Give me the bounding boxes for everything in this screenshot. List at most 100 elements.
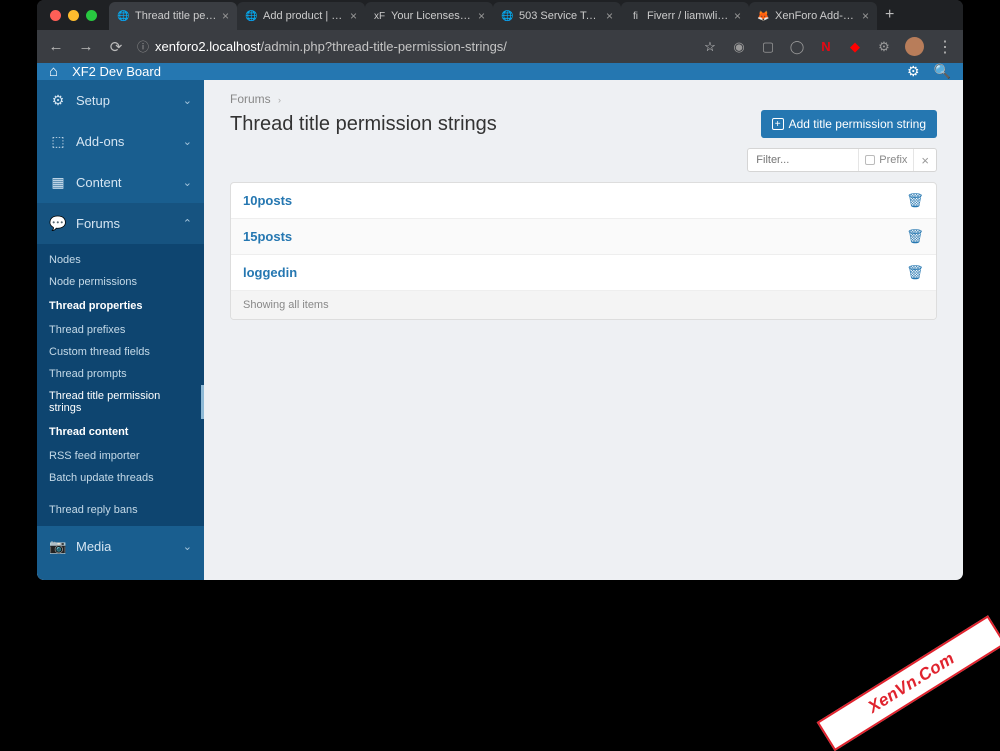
bookmark-icon[interactable]: ☆ xyxy=(702,39,718,55)
list-footer: Showing all items xyxy=(231,291,936,319)
section-label: Setup xyxy=(76,93,110,108)
window-minimize-icon[interactable] xyxy=(68,10,79,21)
list-item[interactable]: 15posts 🗑 xyxy=(231,219,936,255)
browser-tab[interactable]: 🌐 Thread title permission × xyxy=(109,2,237,30)
browser-tab[interactable]: fi Fiverr / liamwli / Shoppi × xyxy=(621,2,749,30)
browser-tab[interactable]: 🌐 Add product | LW Addo × xyxy=(237,2,365,30)
item-label: 10posts xyxy=(243,193,292,208)
sidebar-section-media[interactable]: 📷 Media ⌄ xyxy=(37,526,204,567)
sidebar-item[interactable]: Batch update threads xyxy=(37,467,204,489)
prefix-checkbox[interactable]: Prefix xyxy=(858,149,913,171)
tab-favicon: 🌐 xyxy=(117,10,130,23)
browser-tabs: 🌐 Thread title permission × 🌐 Add product | … xyxy=(109,0,877,30)
tab-close-icon[interactable]: × xyxy=(734,9,741,23)
list-item[interactable]: 10posts 🗑 xyxy=(231,183,936,219)
section-label: Add-ons xyxy=(76,134,124,149)
sidebar-subhead: Thread properties xyxy=(37,293,204,319)
sidebar-item[interactable]: RSS feed importer xyxy=(37,445,204,467)
admin-settings-icon[interactable]: ⚙ xyxy=(907,63,920,80)
section-label: Content xyxy=(76,175,122,190)
tab-favicon: 🦊 xyxy=(757,10,770,23)
list-item[interactable]: loggedin 🗑 xyxy=(231,255,936,291)
tab-title: Add product | LW Addo xyxy=(263,10,345,22)
section-icon: 📷 xyxy=(49,538,67,555)
plus-icon: + xyxy=(772,118,784,130)
tab-favicon: xF xyxy=(373,10,386,23)
tab-close-icon[interactable]: × xyxy=(478,9,485,23)
sidebar-item[interactable]: Thread prefixes xyxy=(37,319,204,341)
ext-icon-2[interactable]: ▢ xyxy=(760,39,776,55)
checkbox-icon xyxy=(865,155,875,165)
item-label: 15posts xyxy=(243,229,292,244)
tab-close-icon[interactable]: × xyxy=(606,9,613,23)
clear-filter-icon[interactable]: × xyxy=(913,149,936,171)
home-icon[interactable]: ⌂ xyxy=(49,63,58,80)
settings-icon[interactable]: ⚙ xyxy=(876,39,892,55)
page-title: Thread title permission strings xyxy=(230,113,497,136)
forward-button[interactable]: → xyxy=(77,38,95,55)
reload-button[interactable]: ⟳ xyxy=(107,38,125,56)
browser-tab[interactable]: 🌐 503 Service Temporaril × xyxy=(493,2,621,30)
sidebar-item[interactable]: Node permissions xyxy=(37,271,204,293)
netflix-icon[interactable]: N xyxy=(818,39,834,55)
sidebar-item[interactable]: Thread title permission strings xyxy=(37,385,204,419)
delete-icon[interactable]: 🗑 xyxy=(906,228,924,245)
filter-input[interactable] xyxy=(748,154,858,166)
app-title[interactable]: XF2 Dev Board xyxy=(72,64,161,79)
tab-title: XenForo Add-Ons / Xe xyxy=(775,10,857,22)
delete-icon[interactable]: 🗑 xyxy=(906,192,924,209)
search-icon[interactable]: 🔍 xyxy=(934,63,951,80)
main-content: Forums › Thread title permission strings… xyxy=(204,80,963,580)
delete-icon[interactable]: 🗑 xyxy=(906,264,924,281)
sidebar-section-content[interactable]: ▦Content⌄ xyxy=(37,162,204,203)
sidebar-section-forums[interactable]: 💬 Forums ⌃ xyxy=(37,203,204,244)
section-label: Media xyxy=(76,539,111,554)
back-button[interactable]: ← xyxy=(47,38,65,55)
sidebar-item[interactable]: Nodes xyxy=(37,249,204,271)
chevron-down-icon: ⌄ xyxy=(183,135,192,148)
section-icon: ⬚ xyxy=(49,133,67,150)
window-close-icon[interactable] xyxy=(50,10,61,21)
url-domain: xenforo2.localhost xyxy=(155,39,261,54)
tab-title: Thread title permission xyxy=(135,10,217,22)
sidebar-item[interactable]: Thread prompts xyxy=(37,363,204,385)
tab-close-icon[interactable]: × xyxy=(862,9,869,23)
add-button[interactable]: + Add title permission string xyxy=(761,110,937,138)
chevron-down-icon: ⌄ xyxy=(183,94,192,107)
sidebar-item[interactable]: Thread reply bans xyxy=(37,499,204,521)
tab-favicon: 🌐 xyxy=(245,10,258,23)
window-titlebar: 🌐 Thread title permission × 🌐 Add product | … xyxy=(37,0,963,30)
tab-title: Fiverr / liamwli / Shoppi xyxy=(647,10,729,22)
tab-title: 503 Service Temporaril xyxy=(519,10,601,22)
section-icon: 💬 xyxy=(49,215,67,232)
tab-favicon: 🌐 xyxy=(501,10,514,23)
chevron-right-icon: › xyxy=(278,95,281,105)
sidebar-section-setup[interactable]: ⚙Setup⌄ xyxy=(37,80,204,121)
watermark: XenVn.Com xyxy=(817,615,1000,751)
ext-icon-5[interactable]: ◆ xyxy=(847,39,863,55)
sidebar-item[interactable]: Custom thread fields xyxy=(37,341,204,363)
ext-icon-3[interactable]: ◯ xyxy=(789,39,805,55)
chevron-down-icon: ⌄ xyxy=(183,540,192,553)
add-button-label: Add title permission string xyxy=(789,117,926,131)
browser-menu-icon[interactable]: ⋮ xyxy=(937,37,953,57)
browser-tab[interactable]: xFYour Licenses | XenForo× xyxy=(365,2,493,30)
sidebar-section-resources[interactable]: ⬡Resources⌄ xyxy=(37,567,204,580)
profile-avatar[interactable] xyxy=(905,37,924,56)
url-bar[interactable]: ⓘ xenforo2.localhost/admin.php?thread-ti… xyxy=(137,38,690,55)
browser-tab[interactable]: 🦊 XenForo Add-Ons / Xe × xyxy=(749,2,877,30)
section-label: Forums xyxy=(76,216,120,231)
tab-favicon: fi xyxy=(629,10,642,23)
window-maximize-icon[interactable] xyxy=(86,10,97,21)
item-list: 10posts 🗑 15posts 🗑 loggedin 🗑 Showing all ite… xyxy=(230,182,937,320)
chevron-down-icon: ⌄ xyxy=(183,176,192,189)
item-label: loggedin xyxy=(243,265,297,280)
new-tab-button[interactable]: + xyxy=(877,6,902,24)
tab-close-icon[interactable]: × xyxy=(350,9,357,23)
chevron-up-icon: ⌃ xyxy=(183,217,192,230)
breadcrumb-link[interactable]: Forums xyxy=(230,92,271,106)
prefix-label: Prefix xyxy=(879,154,907,166)
ext-icon-1[interactable]: ◉ xyxy=(731,39,747,55)
tab-close-icon[interactable]: × xyxy=(222,9,229,23)
sidebar-section-add-ons[interactable]: ⬚ Add-ons ⌄ xyxy=(37,121,204,162)
